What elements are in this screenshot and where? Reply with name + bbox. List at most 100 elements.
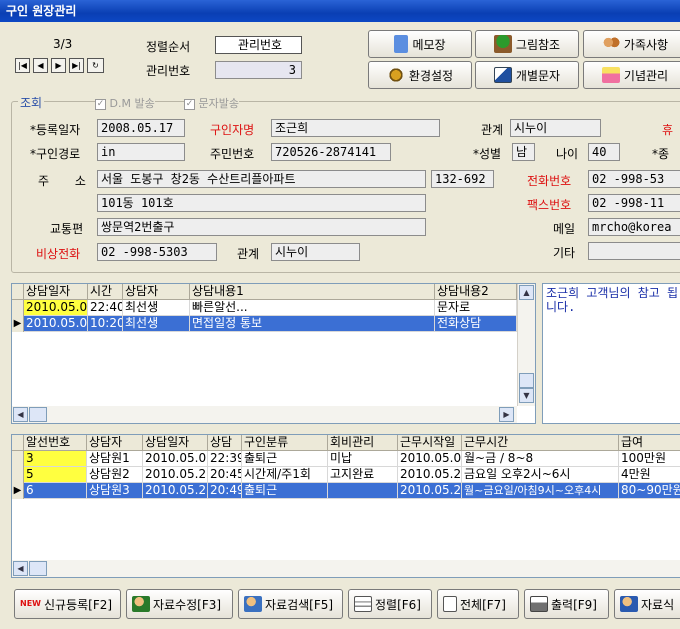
refresh-button[interactable]: ↻ [87,58,104,73]
show-all-button[interactable]: 전체[F7] [437,589,519,619]
age-field[interactable]: 40 [588,143,620,161]
mail-label: 메일 [553,222,576,236]
consult-col-who[interactable]: 상담자 [123,284,190,300]
placement-kind-cell: 출퇴근 [242,483,328,499]
placement-fee-cell: 고지완료 [328,467,398,483]
table-row[interactable]: ▶ 6 상담원3 2010.05.27 20:49 출퇴근 2010.05.20… [12,483,680,499]
family-label: 가족사항 [623,37,669,52]
ssn-field[interactable]: 720526-2874141 [271,143,391,161]
emergency-phone-field[interactable]: 02 -998-5303 [97,243,217,261]
consult-content2-cell: 문자로 [435,300,517,316]
placement-col-hours[interactable]: 근무시간 [462,435,619,451]
print-button[interactable]: 출력[F9] [524,589,609,619]
placement-date-cell: 2010.05.03 [143,451,208,467]
placement-col-kind[interactable]: 구인분류 [242,435,328,451]
consult-col-time[interactable]: 시간 [88,284,123,300]
consult-date-cell: 2010.05.04 [24,316,88,332]
new-record-label: 신규등록[F2] [43,597,113,612]
placement-col-time[interactable]: 상담 [208,435,242,451]
phone-field[interactable]: 02 -998-53 [588,170,680,188]
transport-field[interactable]: 쌍문역2번출구 [97,218,426,236]
reg-date-label: *등록일자 [30,123,81,137]
table-row[interactable]: 2010.05.03 22:40 최선생 빠른알선... 문자로 [12,300,517,316]
sms-checkbox[interactable]: ✓ 문자발송 [184,95,239,111]
emergency-phone-label: 비상전화 [36,247,81,261]
last-record-button[interactable]: ▶| [69,58,84,73]
data-button[interactable]: 자료식 [614,589,680,619]
placement-col-pay[interactable]: 급여 [619,435,680,451]
placement-kind-cell: 시간제/주1회 [242,467,328,483]
scroll-left-icon[interactable]: ◀ [13,407,28,422]
sort-order-select[interactable]: 관리번호 [215,36,302,54]
fax-field[interactable]: 02 -998-11 [588,194,680,212]
consult-date-cell: 2010.05.03 [24,300,88,316]
consult-content1-cell: 면접일정 통보 [190,316,435,332]
family-button[interactable]: 가족사항 [583,30,680,58]
mgmt-number-field[interactable]: 3 [215,61,302,79]
placement-kind-cell: 출퇴근 [242,451,328,467]
scroll-thumb[interactable] [519,373,534,388]
consult-note-area[interactable]: 조근희 고객님의 참고 됩니다. [542,283,680,424]
route-field[interactable]: in [97,143,185,161]
first-record-button[interactable]: |◀ [15,58,30,73]
placement-col-fee[interactable]: 회비관리 [328,435,398,451]
scroll-right-icon[interactable]: ▶ [499,407,514,422]
placement-pay-cell: 4만원 [619,467,680,483]
scroll-down-icon[interactable]: ▼ [519,388,534,403]
placement-col-no[interactable]: 알선번호 [24,435,87,451]
hscroll-thumb[interactable] [29,561,47,576]
placement-grid[interactable]: 알선번호 상담자 상담일자 상담 구인분류 회비관리 근무시작일 근무시간 급여… [11,434,680,578]
dm-label: D.M 발송 [109,97,155,110]
printer-icon [530,596,548,612]
anniversary-button[interactable]: 기념관리 [583,61,680,89]
emergency-relation-field[interactable]: 시누이 [271,243,360,261]
consult-col-date[interactable]: 상담일자 [24,284,88,300]
placement-col-date[interactable]: 상담일자 [143,435,208,451]
prev-record-button[interactable]: ◀ [33,58,48,73]
etc-field[interactable] [588,242,680,260]
ssn-label: 주민번호 [210,147,255,161]
env-settings-button[interactable]: 환경설정 [368,61,472,89]
hscroll-thumb[interactable] [29,407,47,422]
address-detail-field[interactable]: 101동 101호 [97,194,426,212]
scroll-up-icon[interactable]: ▲ [519,285,534,300]
consult-col-content1[interactable]: 상담내용1 [190,284,435,300]
edit-record-button[interactable]: 자료수정[F3] [126,589,233,619]
new-record-button[interactable]: NEW 신규등록[F2] [14,589,121,619]
scroll-left-icon[interactable]: ◀ [13,561,28,576]
consult-hscrollbar[interactable]: ◀ ▶ [12,406,517,423]
memo-button[interactable]: 메모장 [368,30,472,58]
consult-grid[interactable]: 상담일자 시간 상담자 상담내용1 상담내용2 2010.05.03 22:40… [11,283,536,424]
next-record-button[interactable]: ▶ [51,58,66,73]
individual-sms-label: 개별문자 [515,68,561,83]
relation-field[interactable]: 시누이 [510,119,601,137]
table-row[interactable]: 3 상담원1 2010.05.03 22:39 출퇴근 미납 2010.05.0… [12,451,680,467]
placement-col-start[interactable]: 근무시작일 [398,435,462,451]
gender-field[interactable]: 남 [512,143,535,161]
mail-field[interactable]: mrcho@korea [588,218,680,236]
individual-sms-button[interactable]: 개별문자 [475,61,579,89]
sort-button[interactable]: 정렬[F6] [348,589,432,619]
picture-ref-button[interactable]: 그림참조 [475,30,579,58]
address-field[interactable]: 서울 도봉구 창2동 수산트리플아파트 [97,170,426,188]
address-label: 주 소 [38,174,86,188]
placement-hscrollbar[interactable]: ◀ [12,560,680,577]
consult-content2-cell: 전화상담 [435,316,517,332]
table-row[interactable]: ▶ 2010.05.04 10:20 최선생 면접일정 통보 전화상담 [12,316,517,332]
dm-checkbox[interactable]: ✓ D.M 발송 [95,95,155,111]
picture-ref-label: 그림참조 [515,37,561,52]
memo-button-label: 메모장 [412,37,446,52]
search-record-button[interactable]: 자료검색[F5] [238,589,343,619]
table-row[interactable]: 5 상담원2 2010.05.27 20:45 시간제/주1회 고지완료 201… [12,467,680,483]
reg-date-field[interactable]: 2008.05.17 [97,119,185,137]
name-field[interactable]: 조근희 [271,119,440,137]
placement-start-cell: 2010.05.04 [398,451,462,467]
placement-time-cell: 20:45 [208,467,242,483]
consult-vscrollbar[interactable]: ▲ ▼ [517,284,535,406]
placement-col-who[interactable]: 상담자 [87,435,143,451]
cake-icon [601,67,620,83]
phone-label: 전화번호 [527,174,572,188]
mgmt-number-label: 관리번호 [146,64,191,78]
zip-field[interactable]: 132-692 [431,170,494,188]
consult-col-content2[interactable]: 상담내용2 [435,284,517,300]
